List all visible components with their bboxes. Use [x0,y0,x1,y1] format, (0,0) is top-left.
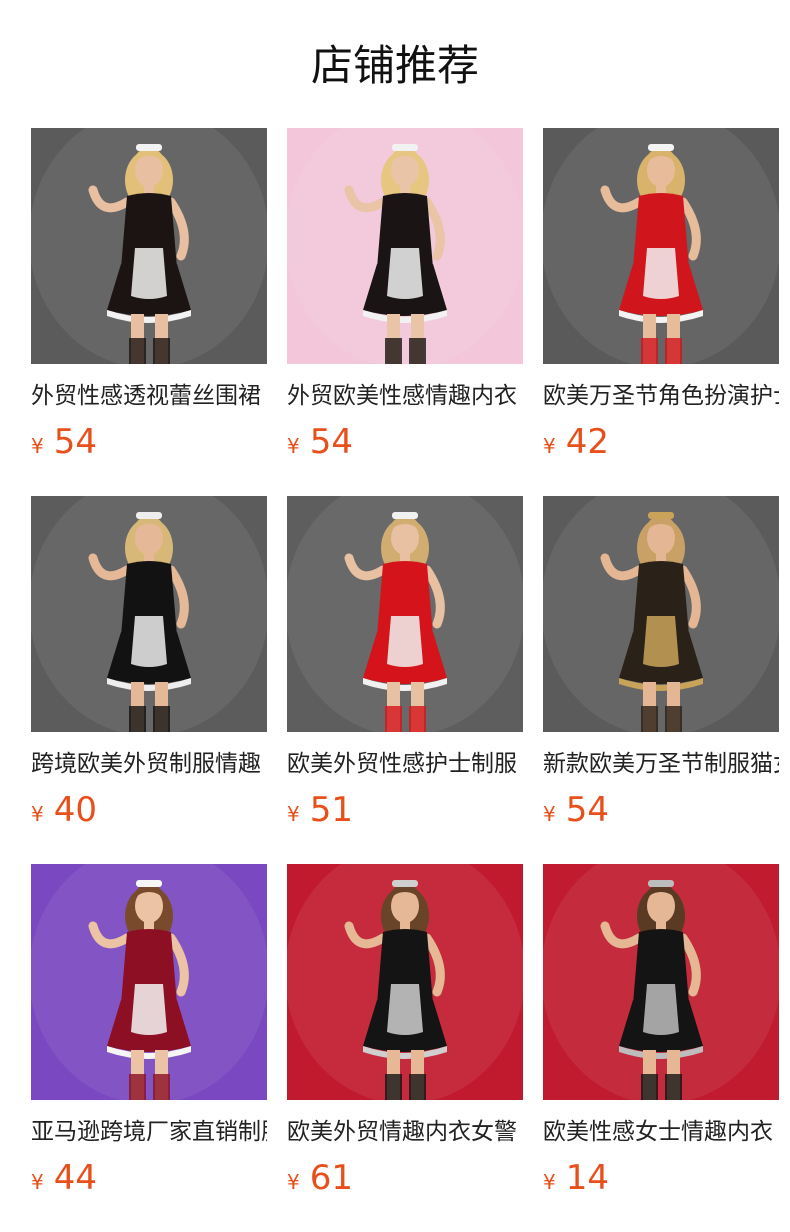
product-image[interactable] [31,864,267,1100]
product-thumbnail[interactable] [31,128,267,364]
product-price: ¥42 [543,422,779,462]
price-value: 54 [309,422,353,462]
currency-symbol: ¥ [543,434,556,458]
product-image[interactable] [287,128,523,364]
product-name[interactable]: 欧美万圣节角色扮演护士 [543,378,779,414]
price-value: 51 [309,790,353,830]
product-name[interactable]: 亚马逊跨境厂家直销制服 [31,1114,267,1150]
product-thumbnail[interactable] [287,496,523,732]
product-price: ¥54 [31,422,267,462]
product-image[interactable] [287,864,523,1100]
product-card[interactable]: 欧美外贸情趣内衣女警 ¥61 [287,864,523,1232]
product-image[interactable] [543,864,779,1100]
product-price: ¥51 [287,790,523,830]
product-thumbnail[interactable] [543,496,779,732]
product-grid: 外贸性感透视蕾丝围裙 ¥54 外贸欧美性感情趣内衣 ¥54 欧美万圣节角色扮演护士 ¥42… [31,128,779,1232]
product-card[interactable]: 欧美性感女士情趣内衣 ¥14 [543,864,779,1232]
product-price: ¥61 [287,1158,523,1198]
product-price: ¥14 [543,1158,779,1198]
currency-symbol: ¥ [287,434,300,458]
product-card[interactable]: 新款欧美万圣节制服猫女 ¥54 [543,496,779,864]
product-thumbnail[interactable] [287,128,523,364]
product-name[interactable]: 欧美外贸情趣内衣女警 [287,1114,523,1150]
price-value: 44 [53,1158,97,1198]
product-card[interactable]: 亚马逊跨境厂家直销制服 ¥44 [31,864,267,1232]
product-thumbnail[interactable] [31,864,267,1100]
currency-symbol: ¥ [287,1170,300,1194]
product-image[interactable] [31,496,267,732]
product-thumbnail[interactable] [543,864,779,1100]
currency-symbol: ¥ [543,1170,556,1194]
product-price: ¥54 [287,422,523,462]
price-value: 14 [565,1158,609,1198]
product-thumbnail[interactable] [287,864,523,1100]
price-value: 61 [309,1158,353,1198]
price-value: 54 [565,790,609,830]
product-card[interactable]: 外贸性感透视蕾丝围裙 ¥54 [31,128,267,496]
price-value: 40 [53,790,97,830]
price-value: 42 [565,422,609,462]
product-name[interactable]: 新款欧美万圣节制服猫女 [543,746,779,782]
product-card[interactable]: 欧美外贸性感护士制服 ¥51 [287,496,523,864]
currency-symbol: ¥ [31,802,44,826]
section-title: 店铺推荐 [310,41,479,90]
product-image[interactable] [287,496,523,732]
product-price: ¥40 [31,790,267,830]
product-image[interactable] [543,128,779,364]
product-thumbnail[interactable] [31,496,267,732]
currency-symbol: ¥ [31,1170,44,1194]
currency-symbol: ¥ [31,434,44,458]
currency-symbol: ¥ [287,802,300,826]
shop-recommend-page: 店铺推荐 外贸性感透视蕾丝围裙 ¥54 外贸欧美性感情趣内衣 ¥54 欧美万圣节角色扮演… [0,0,790,1232]
product-card[interactable]: 欧美万圣节角色扮演护士 ¥42 [543,128,779,496]
product-name[interactable]: 外贸性感透视蕾丝围裙 [31,378,267,414]
product-card[interactable]: 跨境欧美外贸制服情趣 ¥40 [31,496,267,864]
product-name[interactable]: 欧美性感女士情趣内衣 [543,1114,779,1150]
product-image[interactable] [543,496,779,732]
product-image[interactable] [31,128,267,364]
currency-symbol: ¥ [543,802,556,826]
product-card[interactable]: 外贸欧美性感情趣内衣 ¥54 [287,128,523,496]
product-price: ¥44 [31,1158,267,1198]
product-name[interactable]: 外贸欧美性感情趣内衣 [287,378,523,414]
product-name[interactable]: 欧美外贸性感护士制服 [287,746,523,782]
price-value: 54 [53,422,97,462]
product-price: ¥54 [543,790,779,830]
product-thumbnail[interactable] [543,128,779,364]
product-name[interactable]: 跨境欧美外贸制服情趣 [31,746,267,782]
